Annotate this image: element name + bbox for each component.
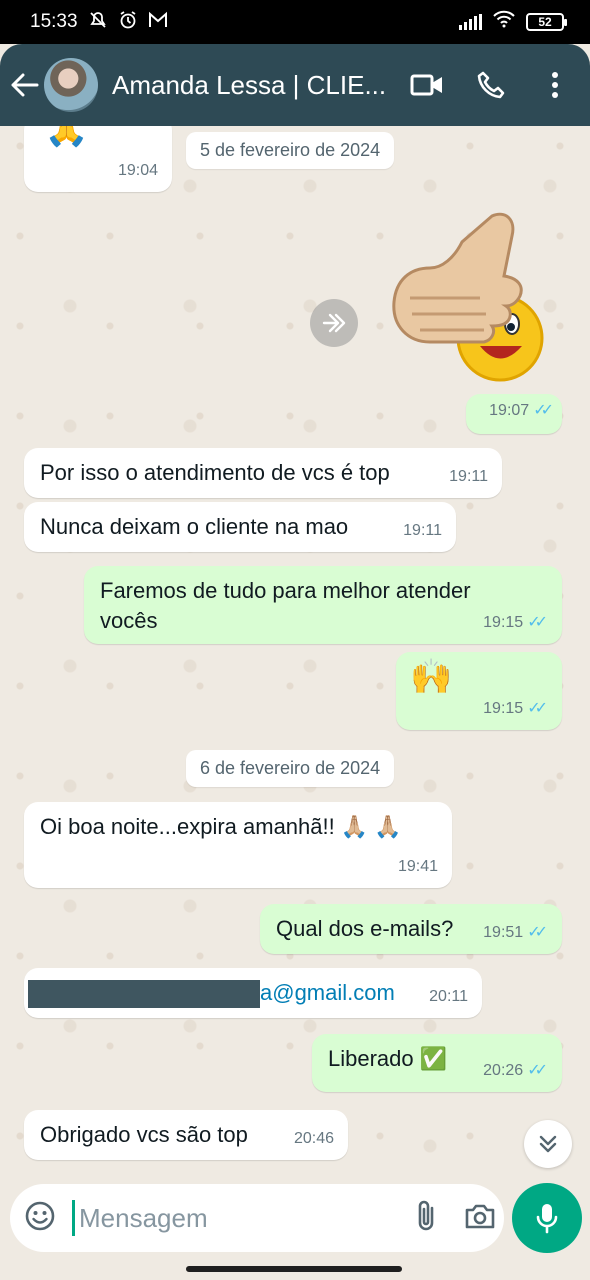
redacted-block: [28, 980, 260, 1009]
message-text: Por isso o atendimento de vcs é top: [40, 460, 390, 485]
message-time: 20:26 ✓✓: [483, 1056, 548, 1086]
message-text: Oi boa noite...expira amanhã!! 🙏🏼 🙏🏼: [40, 814, 402, 839]
arrow-left-icon: [11, 73, 39, 97]
outgoing-message[interactable]: Liberado ✅ 20:26 ✓✓: [312, 1034, 562, 1092]
message-time: 19:15 ✓✓: [483, 608, 548, 638]
message-time: 19:11: [403, 522, 442, 539]
message-time: 19:07 ✓✓: [489, 396, 554, 426]
phone-icon: [477, 71, 505, 99]
message-time: 19:11: [449, 468, 488, 485]
clock: 15:33: [30, 11, 78, 32]
message-input[interactable]: [72, 1200, 414, 1236]
message-text: Liberado ✅: [328, 1046, 448, 1071]
status-bar: 15:33 52: [0, 0, 590, 44]
chat-area[interactable]: 🙏 19:04 5 de fevereiro de 2024 19:07 ✓✓ P…: [0, 126, 590, 1178]
message-time: 20:46: [293, 1130, 334, 1147]
camera-icon: [465, 1204, 495, 1228]
scroll-to-bottom-button[interactable]: [524, 1120, 572, 1168]
message-time: 19:51 ✓✓: [483, 918, 548, 948]
read-ticks-icon: ✓✓: [527, 700, 548, 717]
microphone-icon: [536, 1204, 558, 1234]
emoji-button[interactable]: [24, 1200, 56, 1237]
message-time: 19:15 ✓✓: [483, 694, 548, 724]
voice-call-button[interactable]: [474, 68, 508, 102]
home-gesture-handle[interactable]: [186, 1266, 402, 1272]
forward-icon: [322, 313, 346, 333]
system-nav-bar: [0, 1258, 590, 1280]
message-text: 🙌: [410, 657, 453, 697]
incoming-message[interactable]: Por isso o atendimento de vcs é top 19:1…: [24, 448, 502, 498]
incoming-message[interactable]: Obrigado vcs são top 20:46: [24, 1110, 348, 1160]
gmail-icon: [148, 11, 168, 34]
sticker-image: [392, 212, 544, 382]
message-composer: [0, 1178, 590, 1258]
incoming-message[interactable]: Oi boa noite...expira amanhã!! 🙏🏼 🙏🏼 19:…: [24, 802, 452, 888]
read-ticks-icon: ✓✓: [527, 614, 548, 631]
message-text: 🙏: [44, 126, 89, 149]
more-menu-button[interactable]: [538, 68, 572, 102]
chevron-double-down-icon: [539, 1135, 557, 1153]
camera-button[interactable]: [464, 1202, 496, 1235]
incoming-message[interactable]: a@gmail.com 20:11: [24, 968, 482, 1018]
wifi-icon: [492, 10, 516, 34]
status-right: 52: [459, 10, 567, 34]
paperclip-icon: [418, 1200, 434, 1230]
outgoing-message[interactable]: Qual dos e-mails? 19:51 ✓✓: [260, 904, 562, 954]
contact-name[interactable]: Amanda Lessa | CLIE...: [112, 70, 388, 101]
read-ticks-icon: ✓✓: [527, 1062, 548, 1079]
message-text: Qual dos e-mails?: [276, 916, 454, 941]
battery-icon: 52: [526, 13, 567, 31]
thumbs-up-smiley-sticker[interactable]: [390, 206, 550, 386]
input-pill: [10, 1184, 504, 1252]
alarm-icon: [118, 10, 138, 35]
email-link[interactable]: a@gmail.com: [260, 980, 395, 1005]
message-time: 20:11: [429, 988, 468, 1005]
back-button[interactable]: [10, 70, 40, 100]
incoming-message[interactable]: 🙏 19:04: [24, 126, 172, 192]
read-ticks-icon: ✓✓: [533, 402, 554, 419]
signal-icon: [459, 14, 482, 30]
video-call-button[interactable]: [410, 68, 444, 102]
header-actions: [410, 68, 572, 102]
chat-header: Amanda Lessa | CLIE...: [0, 44, 590, 126]
outgoing-sticker-meta: 19:07 ✓✓: [466, 394, 562, 434]
forward-button[interactable]: [310, 299, 358, 347]
date-separator: 6 de fevereiro de 2024: [186, 750, 395, 787]
message-time: 19:41: [397, 858, 438, 875]
status-left: 15:33: [30, 10, 168, 35]
outgoing-message[interactable]: 🙌 19:15 ✓✓: [396, 652, 562, 730]
emoji-icon: [25, 1201, 55, 1230]
outgoing-message[interactable]: Faremos de tudo para melhor atender você…: [84, 566, 562, 644]
more-vertical-icon: [552, 72, 558, 98]
read-ticks-icon: ✓✓: [527, 924, 548, 941]
avatar[interactable]: [44, 58, 98, 112]
message-text: Faremos de tudo para melhor atender você…: [100, 578, 471, 633]
video-call-icon: [410, 74, 442, 96]
date-separator: 5 de fevereiro de 2024: [186, 132, 395, 169]
message-text: Obrigado vcs são top: [40, 1122, 248, 1147]
attach-button[interactable]: [414, 1199, 438, 1238]
incoming-message[interactable]: Nunca deixam o cliente na mao 19:11: [24, 502, 456, 552]
voice-record-button[interactable]: [512, 1183, 582, 1253]
message-time: 19:04: [117, 162, 158, 179]
message-text: Nunca deixam o cliente na mao: [40, 514, 349, 539]
mute-icon: [88, 10, 108, 35]
